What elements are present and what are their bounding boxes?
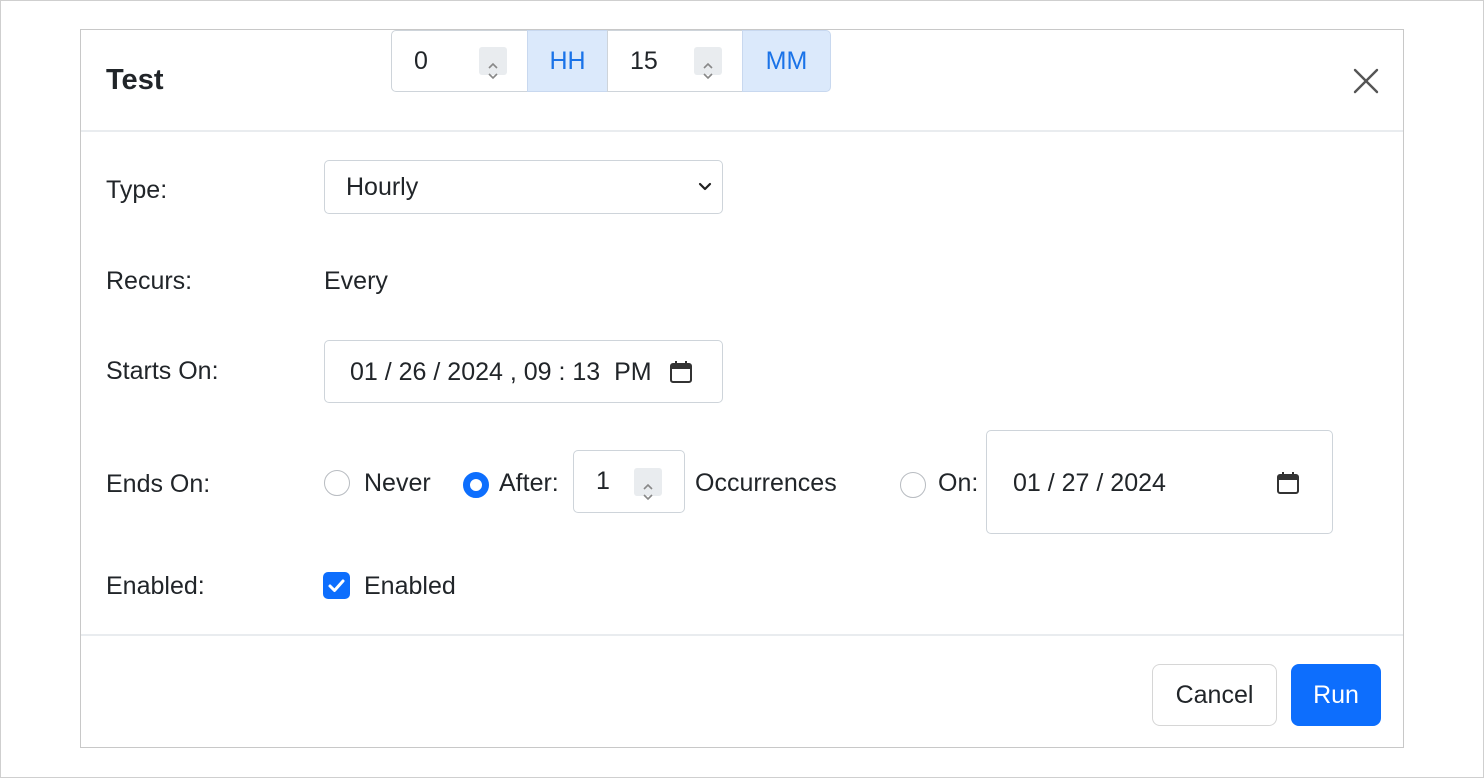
hours-spinner[interactable]: [479, 47, 507, 80]
hours-input[interactable]: 0: [391, 30, 528, 92]
occurrences-label: Occurrences: [695, 469, 837, 497]
enabled-checkbox-label: Enabled: [364, 572, 456, 600]
run-button[interactable]: Run: [1291, 664, 1381, 726]
spinner-arrows-icon: [703, 62, 713, 80]
starts-on-label: Starts On:: [106, 357, 219, 385]
type-label: Type:: [106, 176, 168, 204]
enabled-label: Enabled:: [106, 572, 205, 600]
starts-on-input[interactable]: 01 / 26 / 2024 , 09 : 13 PM: [324, 340, 723, 403]
on-label: On:: [938, 469, 979, 497]
hours-unit: HH: [527, 30, 608, 92]
occurrences-value: 1: [596, 467, 610, 495]
occurrences-spinner[interactable]: [634, 468, 662, 501]
never-label: Never: [364, 469, 431, 497]
chevron-down-icon: [698, 182, 712, 191]
dialog-title: Test: [106, 64, 164, 96]
after-radio[interactable]: [463, 472, 489, 498]
spinner-arrows-icon: [488, 62, 498, 80]
occurrences-input[interactable]: 1: [573, 450, 685, 513]
every-label: Every: [324, 267, 388, 295]
hours-value: 0: [414, 47, 428, 75]
starts-on-value: 01 / 26 / 2024 , 09 : 13 PM: [350, 358, 652, 386]
spinner-arrows-icon: [643, 483, 653, 501]
after-label: After:: [499, 469, 559, 497]
end-date-input[interactable]: 01 / 27 / 2024: [986, 430, 1333, 534]
enabled-checkbox[interactable]: [323, 572, 350, 599]
on-radio[interactable]: [900, 472, 926, 498]
check-icon: [328, 579, 345, 592]
minutes-spinner[interactable]: [694, 47, 722, 80]
end-date-value: 01 / 27 / 2024: [1013, 469, 1166, 497]
calendar-icon[interactable]: [1275, 470, 1301, 496]
type-select[interactable]: Hourly: [324, 160, 723, 214]
ends-on-label: Ends On:: [106, 470, 211, 498]
cancel-button[interactable]: Cancel: [1152, 664, 1277, 726]
test-dialog: Test Type: Hourly Recurs: Every 0 HH 15: [80, 29, 1404, 748]
recurs-label: Recurs:: [106, 267, 193, 295]
minutes-input[interactable]: 15: [607, 30, 743, 92]
minutes-unit: MM: [742, 30, 831, 92]
calendar-icon[interactable]: [668, 359, 694, 385]
never-radio[interactable]: [324, 470, 350, 496]
minutes-value: 15: [630, 47, 658, 75]
type-selected-value: Hourly: [346, 173, 419, 201]
close-icon[interactable]: [1351, 66, 1381, 96]
dialog-footer-divider: [81, 634, 1403, 636]
